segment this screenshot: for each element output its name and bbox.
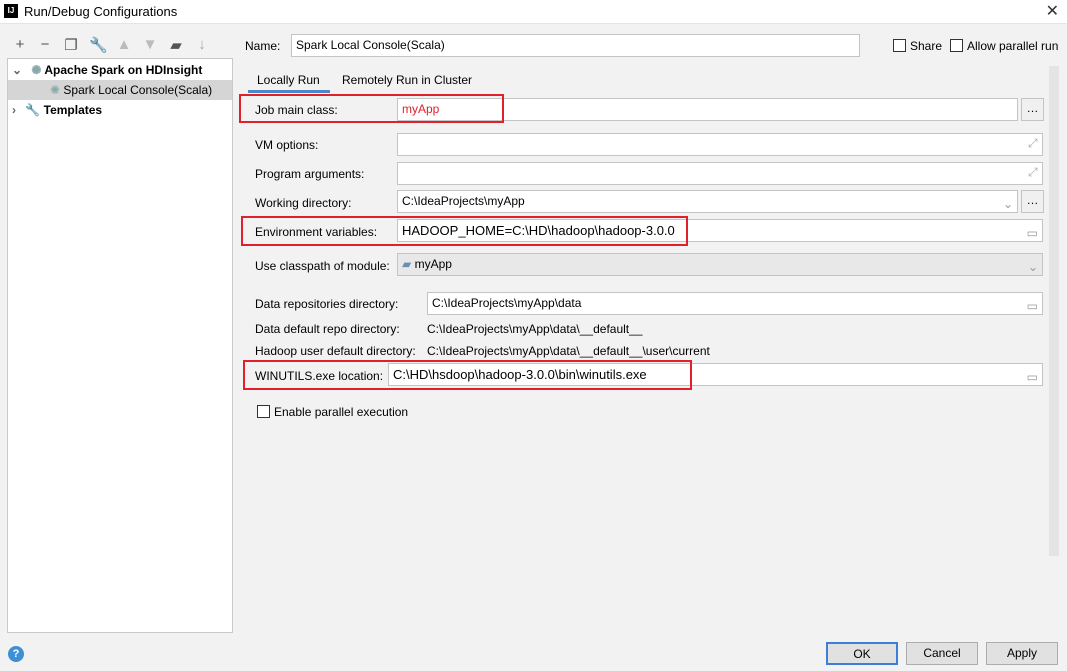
allow-parallel-checkbox[interactable]: Allow parallel run [950, 39, 1058, 53]
allow-parallel-label: Allow parallel run [967, 39, 1059, 53]
sort-icon[interactable]: ↓ [193, 36, 211, 53]
tab-remotely-run[interactable]: Remotely Run in Cluster [342, 73, 472, 87]
hadoop-user-label: Hadoop user default directory: [255, 344, 416, 358]
tree-item-label: Spark Local Console(Scala) [63, 83, 213, 97]
arrow-down-icon[interactable]: ▼ [141, 36, 159, 53]
cancel-button[interactable]: Cancel [906, 642, 978, 665]
module-icon: ▰ [402, 257, 412, 271]
highlight-box [241, 216, 688, 246]
app-logo: IJ [4, 4, 18, 18]
data-repo-value: C:\IdeaProjects\myApp\data [432, 296, 582, 310]
config-tree: ⌄ ✺ Apache Spark on HDInsight ✺ Spark Lo… [7, 58, 233, 633]
new-folder-icon[interactable]: ▰ [167, 36, 185, 54]
help-icon[interactable]: ? [8, 646, 24, 662]
plus-icon[interactable]: + [11, 36, 29, 53]
tab-locally-run[interactable]: Locally Run [257, 73, 320, 87]
default-repo-value: C:\IdeaProjects\myApp\data\__default__ [427, 322, 643, 336]
apply-button[interactable]: Apply [986, 642, 1058, 665]
wrench-icon: 🔧 [25, 103, 41, 117]
spark-icon: ✺ [50, 83, 61, 97]
vm-options-label: VM options: [255, 138, 319, 152]
tree-templates[interactable]: › 🔧 Templates [8, 100, 232, 120]
name-input[interactable]: Spark Local Console(Scala) [291, 34, 860, 57]
tree-group-label: Apache Spark on HDInsight [44, 63, 203, 77]
close-icon[interactable]: ✕ [1046, 1, 1059, 21]
module-value: myApp [414, 257, 452, 271]
data-repo-label: Data repositories directory: [255, 297, 399, 311]
vm-options-input[interactable] [397, 133, 1043, 156]
working-dir-label: Working directory: [255, 196, 352, 210]
module-select[interactable]: ▰ myApp ⌄ [397, 253, 1043, 276]
default-repo-label: Data default repo directory: [255, 322, 400, 336]
folder-icon[interactable]: ▭ [1027, 223, 1038, 244]
enable-parallel-label: Enable parallel execution [274, 405, 409, 419]
minus-icon[interactable]: − [36, 36, 54, 53]
folder-icon[interactable]: ▭ [1027, 367, 1038, 388]
chevron-down-icon: ⌄ [1002, 197, 1013, 211]
share-label: Share [910, 39, 943, 53]
arrow-up-icon[interactable]: ▲ [115, 36, 133, 53]
tree-item-spark-local[interactable]: ✺ Spark Local Console(Scala) [8, 80, 232, 100]
data-repo-input[interactable]: C:\IdeaProjects\myApp\data ▭ [427, 292, 1043, 315]
window-title: Run/Debug Configurations [24, 4, 178, 19]
copy-icon[interactable]: ❐ [62, 36, 80, 54]
enable-parallel-checkbox[interactable]: Enable parallel execution [257, 405, 408, 419]
expand-icon[interactable]: ⤢ [1028, 136, 1038, 151]
program-args-input[interactable] [397, 162, 1043, 185]
browse-dir-button[interactable]: … [1021, 190, 1044, 213]
share-checkbox[interactable]: Share [893, 39, 942, 53]
browse-class-button[interactable]: … [1021, 98, 1044, 121]
title-bar: IJ Run/Debug Configurations ✕ [0, 0, 1067, 24]
tree-group-spark[interactable]: ⌄ ✺ Apache Spark on HDInsight [8, 60, 232, 80]
working-dir-select[interactable]: C:\IdeaProjects\myApp ⌄ [397, 190, 1018, 213]
tree-templates-label: Templates [43, 103, 103, 117]
name-label: Name: [245, 39, 281, 53]
active-tab-indicator [248, 90, 330, 93]
program-args-label: Program arguments: [255, 167, 365, 181]
spark-icon: ✺ [31, 63, 42, 77]
wrench-icon[interactable]: 🔧 [89, 36, 108, 54]
scrollbar[interactable] [1049, 66, 1059, 556]
highlight-box [239, 94, 504, 123]
ok-button[interactable]: OK [826, 642, 898, 665]
module-label: Use classpath of module: [255, 259, 390, 273]
highlight-box [243, 360, 692, 390]
expand-icon[interactable]: ⤢ [1028, 165, 1038, 180]
hadoop-user-value: C:\IdeaProjects\myApp\data\__default__\u… [427, 344, 710, 358]
chevron-down-icon: ⌄ [1027, 260, 1038, 274]
working-dir-value: C:\IdeaProjects\myApp [402, 194, 525, 208]
folder-icon[interactable]: ▭ [1027, 296, 1038, 317]
